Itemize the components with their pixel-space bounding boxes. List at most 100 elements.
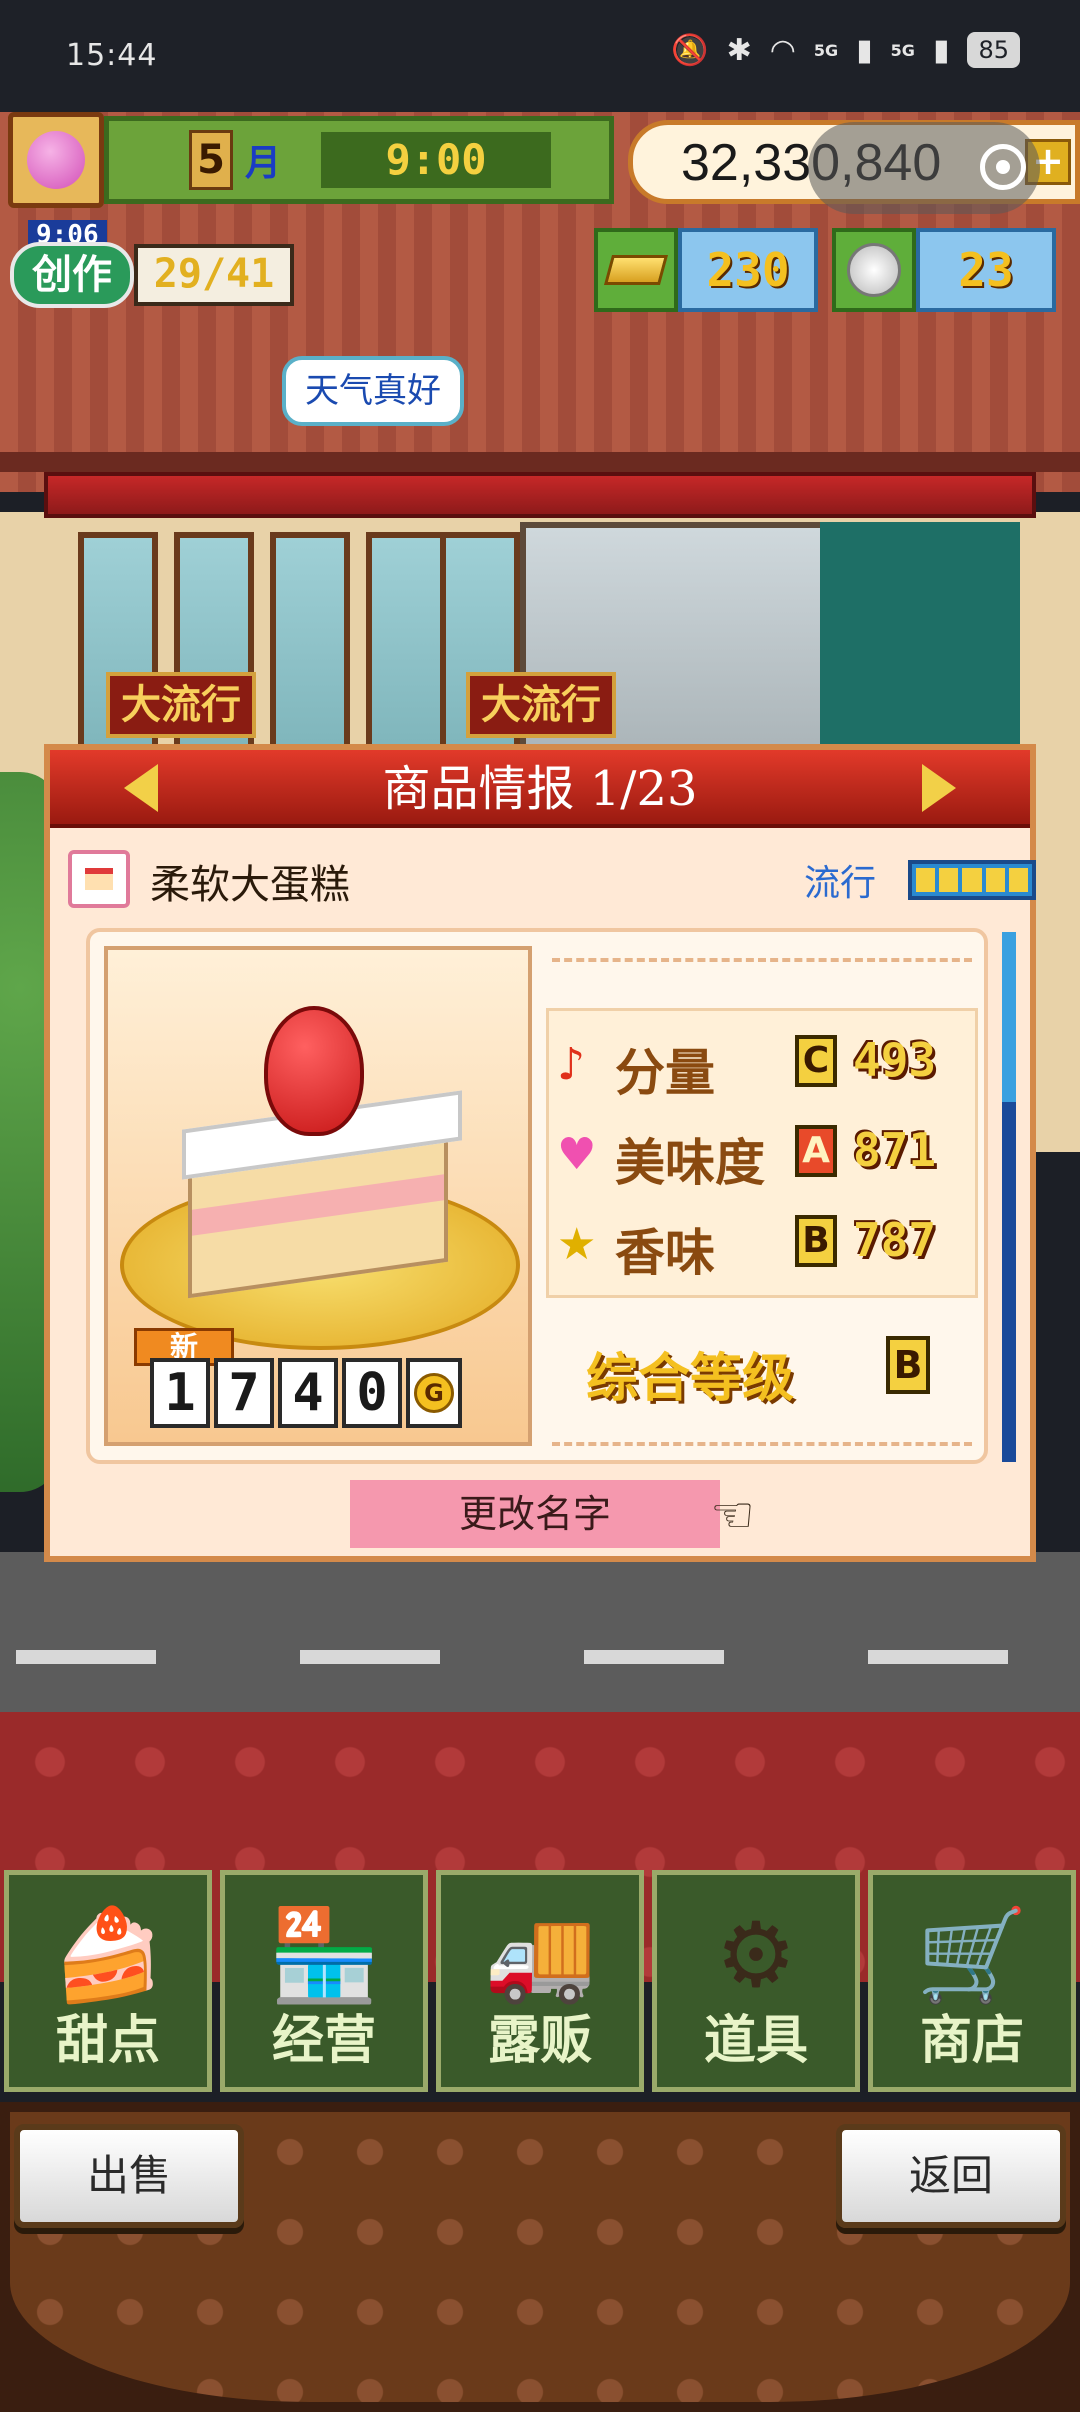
status-bar: 15:44 🔕 ✱ ◠ 5G ▮ 5G ▮ 85 xyxy=(0,0,1080,112)
medal-counter[interactable]: 23 xyxy=(832,228,1056,312)
menu-label: 露贩 xyxy=(487,2010,592,2071)
signal-5g-icon-2: 5G xyxy=(890,40,915,60)
overall-grade: B xyxy=(886,1336,930,1394)
stat-grade: A xyxy=(795,1125,837,1177)
scrollbar-rest xyxy=(1002,1102,1016,1462)
create-count: 29/41 xyxy=(134,244,294,306)
stat-row-aroma: ★ 香味 B 787 xyxy=(549,1199,979,1282)
food-truck-icon: 🚚 xyxy=(483,1902,597,2008)
game-scene: 大流行 大流行 5 月 9:00 32,330,840 + 9:06 创作 29… xyxy=(0,112,1080,2412)
heart-icon: ♥ xyxy=(557,1129,597,1180)
price-digit: 7 xyxy=(214,1358,274,1428)
floating-overlay-button[interactable] xyxy=(808,122,1040,214)
strawberry-icon xyxy=(264,1006,364,1136)
trend-segment xyxy=(985,868,1005,892)
scrollbar-thumb[interactable] xyxy=(1002,932,1016,1102)
trend-banner-right: 大流行 xyxy=(466,672,616,738)
product-name-row: 柔软大蛋糕 流行 xyxy=(68,844,1036,912)
price-digit: 1 xyxy=(150,1358,210,1428)
stat-label: 香味 xyxy=(615,1223,715,1282)
shop-awning xyxy=(44,472,1036,518)
trend-segment xyxy=(916,868,936,892)
trend-meter xyxy=(908,860,1036,900)
shop-avatar-button[interactable] xyxy=(8,112,104,208)
menu-item-dessert[interactable]: 🍰 甜点 xyxy=(4,1870,212,2092)
battery-indicator: 85 xyxy=(967,32,1020,68)
prev-arrow-icon[interactable] xyxy=(124,764,158,812)
product-image: 新 1 7 4 0 G xyxy=(104,946,532,1446)
bluetooth-icon: ✱ xyxy=(726,32,752,68)
shop-icon: 🏪 xyxy=(267,1902,381,2008)
medal-icon-box xyxy=(832,228,916,312)
gold-coin-icon: G xyxy=(406,1358,462,1428)
record-icon xyxy=(980,144,1026,190)
panel-page: 1/23 xyxy=(589,761,698,817)
stat-grade: B xyxy=(795,1215,837,1267)
price-digit: 0 xyxy=(342,1358,402,1428)
sell-button[interactable]: 出售 xyxy=(14,2124,244,2228)
road-dash xyxy=(300,1650,440,1664)
pointing-hand-icon: ☜ xyxy=(710,1486,755,1544)
trend-segment xyxy=(939,868,959,892)
overall-label: 综合等级 xyxy=(586,1348,795,1409)
gold-bar-count: 230 xyxy=(678,228,818,312)
month-number: 5 xyxy=(189,130,233,190)
menu-label: 经营 xyxy=(271,2010,376,2071)
stat-box: ♪ 分量 C 493 ♥ 美味度 A 871 ★ 香味 B 787 xyxy=(546,1008,978,1298)
roof-edge xyxy=(0,452,1080,472)
menu-item-items[interactable]: ⚙ 道具 xyxy=(652,1870,860,2092)
panel-header: 商品情报 1/23 xyxy=(50,750,1030,828)
product-detail-box: 新 1 7 4 0 G ♪ 分量 C 493 ♥ 美味度 A 871 ★ 香味 … xyxy=(86,928,988,1464)
cake-icon: 🍰 xyxy=(51,1902,165,2008)
status-icons: 🔕 ✱ ◠ 5G ▮ 5G ▮ 85 xyxy=(671,32,1020,68)
gold-bar-icon-box xyxy=(594,228,678,312)
menu-label: 甜点 xyxy=(55,2010,160,2071)
product-info-panel: 商品情报 1/23 柔软大蛋糕 流行 新 1 7 4 0 G ♪ 分量 C 49… xyxy=(44,744,1036,1562)
month-label: 月 xyxy=(245,143,282,184)
music-note-icon: ♪ xyxy=(557,1039,586,1090)
menu-label: 道具 xyxy=(703,2010,808,2071)
price-unit: G xyxy=(414,1373,454,1413)
trend-banner-left: 大流行 xyxy=(106,672,256,738)
menu-label: 商店 xyxy=(919,2010,1024,2071)
signal-5g-icon: 5G xyxy=(813,40,839,60)
gold-bar-counter[interactable]: 230 xyxy=(594,228,818,312)
price-display: 1 7 4 0 G xyxy=(150,1358,462,1428)
bottom-menu: 🍰 甜点 🏪 经营 🚚 露贩 ⚙ 道具 🛒 商店 xyxy=(0,1870,1080,2100)
speech-bubble: 天气真好 xyxy=(282,356,464,426)
divider xyxy=(552,1442,972,1446)
menu-item-stall[interactable]: 🚚 露贩 xyxy=(436,1870,644,2092)
product-name: 柔软大蛋糕 xyxy=(150,862,350,908)
wifi-icon: ◠ xyxy=(769,32,796,68)
trend-label: 流行 xyxy=(804,863,877,904)
game-clock: 9:00 xyxy=(321,132,552,188)
trend-segment xyxy=(962,868,982,892)
gear-bag-icon: ⚙ xyxy=(715,1902,797,2008)
menu-item-store[interactable]: 🛒 商店 xyxy=(868,1870,1076,2092)
trend-segment xyxy=(1008,868,1029,892)
date-time-display: 5 月 9:00 xyxy=(104,116,614,204)
medal-icon xyxy=(847,243,901,297)
stat-value: 787 xyxy=(853,1213,937,1267)
stat-value: 871 xyxy=(853,1123,937,1177)
next-arrow-icon[interactable] xyxy=(922,764,956,812)
signal-bars-icon-2: ▮ xyxy=(932,32,950,68)
stat-row-taste: ♥ 美味度 A 871 xyxy=(549,1109,979,1192)
status-time: 15:44 xyxy=(66,38,158,73)
rename-button[interactable]: 更改名字 xyxy=(350,1480,720,1548)
back-button[interactable]: 返回 xyxy=(836,2124,1066,2228)
medal-count: 23 xyxy=(916,228,1056,312)
road xyxy=(0,1552,1080,1712)
road-dash xyxy=(868,1650,1008,1664)
signal-bars-icon: ▮ xyxy=(856,32,873,68)
create-badge: 创作 xyxy=(10,242,134,308)
mute-icon: 🔕 xyxy=(671,32,709,68)
menu-item-manage[interactable]: 🏪 经营 xyxy=(220,1870,428,2092)
divider xyxy=(552,958,972,962)
bottom-bar: 出售 返回 xyxy=(0,2102,1080,2412)
cart-icon: 🛒 xyxy=(915,1902,1029,2008)
road-dash xyxy=(16,1650,156,1664)
cherry-tree-icon xyxy=(27,131,85,189)
stat-value: 493 xyxy=(853,1033,937,1087)
create-status[interactable]: 9:06 创作 29/41 xyxy=(10,220,294,310)
